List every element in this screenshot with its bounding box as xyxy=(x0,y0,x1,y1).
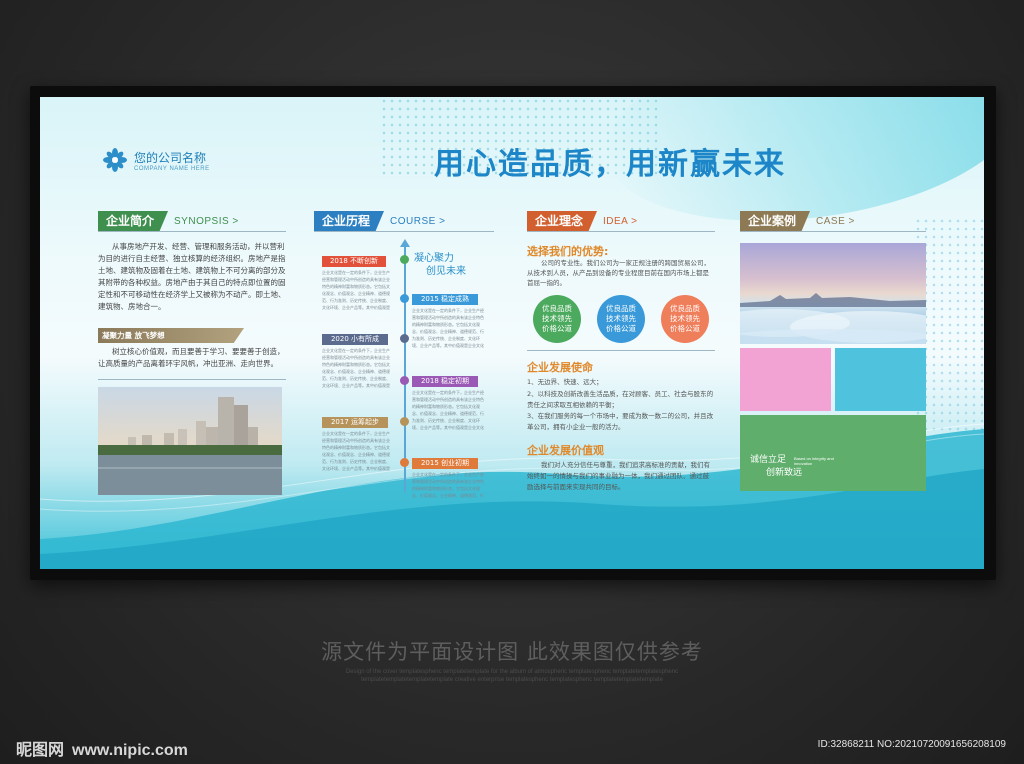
intro-body: 从事房地产开发、经营、管理和服务活动，并以营利为目的进行自主经营、独立核算的经济… xyxy=(98,242,286,311)
timeline-dot xyxy=(400,294,409,303)
advantage-body: 公司的专业性。我们公司为一家正规注册的跨国贸易公司，从技术到人员，从产品到设备的… xyxy=(527,259,710,287)
divider xyxy=(314,231,494,232)
divider xyxy=(527,231,715,232)
value-body: 我们对人充分信任与尊重，我们追求高标准的贡献，我们有始终如一的情操与我们的事业融… xyxy=(527,461,710,491)
section-course-en: COURSE > xyxy=(390,215,446,227)
preview-caption-en: Design of the cover templatesphenc templ… xyxy=(0,668,1024,684)
milestone-text: 企业文化是在一定的条件下，企业生产经营和管理活动中所创造的具有该企业特色的精神财… xyxy=(322,270,390,310)
milestone-label: 2015 创业初期 xyxy=(412,458,478,469)
section-case-en: CASE > xyxy=(816,215,855,227)
sea-of-clouds-image xyxy=(740,293,926,344)
divider xyxy=(740,231,926,232)
milestone-text: 企业文化是在一定的条件下，企业生产经营和管理活动中所创造的具有该企业特色的精神财… xyxy=(322,431,390,471)
main-slogan: 用心造品质，用新赢未来 xyxy=(434,147,786,182)
watermark-site-url: www.nipic.com xyxy=(72,742,188,759)
timeline-arrow-icon xyxy=(400,239,410,247)
divider xyxy=(527,350,715,351)
milestone-label: 2020 小有所成 xyxy=(322,334,388,345)
section-intro-header: 企业简介 SYNOPSIS > xyxy=(98,211,239,231)
intro-sub-body: 树立核心价值观，而且要善于学习、要要善于创造，让高质量的产品离着环宇风帆，冲出亚… xyxy=(98,347,285,368)
milestone-label: 2018 不断创新 xyxy=(322,256,386,267)
intro-sub-title: 凝聚力量 放飞梦想 xyxy=(98,328,244,343)
company-logo: 您的公司名称 COMPANY NAME HERE xyxy=(102,147,210,173)
milestone-text: 企业文化是在一定的条件下，企业生产经营和管理活动中所创造的具有该企业特色的精神财… xyxy=(412,308,484,348)
caption-en-text: Design of the cover templatesphenc templ… xyxy=(345,669,679,683)
section-intro-title: 企业简介 xyxy=(98,211,169,231)
mission-item-1: 1、无边界、快速、远大； xyxy=(527,378,603,386)
section-case-header: 企业案例 CASE > xyxy=(740,211,855,231)
milestone-text: 企业文化是在一定的条件下，企业生产经营和管理活动中所创造的具有该企业特色的精神财… xyxy=(412,390,484,430)
section-course-title: 企业历程 xyxy=(314,211,385,231)
course-headline-1: 凝心聚力 xyxy=(414,253,454,264)
timeline-dot xyxy=(400,376,409,385)
course-headline: 凝心聚力 创见未来 xyxy=(414,252,466,278)
milestone-label: 2018 稳定初期 xyxy=(412,376,478,387)
mission-item-3: 3、在我们服务的每一个市场中，要成为数一数二的公司，并且改革公司，拥有小企业一般… xyxy=(527,412,714,431)
timeline-axis xyxy=(404,247,406,492)
flower-logo-icon xyxy=(103,148,127,172)
mission-item-2: 2、以科技及创新改善生活品质，在对顾客、员工、社会与股东的责任之间求取互相依赖的… xyxy=(527,390,714,409)
section-idea-header: 企业理念 IDEA > xyxy=(527,211,637,231)
watermark-site: 昵图网 www.nipic.com xyxy=(16,736,188,760)
milestone-label: 2017 运筹起步 xyxy=(322,417,388,428)
timeline-dot xyxy=(400,458,409,467)
case-photo xyxy=(740,243,926,344)
watermark-id: ID:32868211 NO:20210720091656208109 xyxy=(817,739,1006,750)
milestone-label: 2015 稳定成熟 xyxy=(412,294,478,305)
value-title: 企业发展价值观 xyxy=(527,444,604,457)
advantage-circle: 优良品质 技术领先 价格公道 xyxy=(533,295,581,343)
advantage-circle: 优良品质 技术领先 价格公道 xyxy=(661,295,709,343)
display-board: 您的公司名称 COMPANY NAME HERE 用心造品质，用新赢未来 企业简… xyxy=(40,97,984,569)
company-name-en: COMPANY NAME HERE xyxy=(134,165,210,172)
divider xyxy=(98,231,286,232)
section-intro-en: SYNOPSIS > xyxy=(174,215,239,227)
case-tile-cyan xyxy=(835,348,926,411)
case-motto-en: Based on integrity and innovation xyxy=(794,456,834,466)
section-idea-title: 企业理念 xyxy=(527,211,598,231)
city-photo xyxy=(98,387,282,495)
milestone-text: 企业文化是在一定的条件下，企业生产经营和管理活动中所创造的具有该企业特色的精神财… xyxy=(412,472,484,498)
timeline-dot xyxy=(400,255,409,264)
timeline-dot xyxy=(400,417,409,426)
company-name: 您的公司名称 xyxy=(134,150,207,165)
milestone-text: 企业文化是在一定的条件下，企业生产经营和管理活动中所创造的具有该企业特色的精神财… xyxy=(322,348,390,388)
advantage-circle: 优良品质 技术领先 价格公道 xyxy=(597,295,645,343)
section-idea-en: IDEA > xyxy=(603,215,638,227)
section-case-title: 企业案例 xyxy=(740,211,811,231)
watermark-site-name: 昵图网 xyxy=(16,740,65,759)
advantage-title: 选择我们的优势: xyxy=(527,245,609,258)
case-tile-pink xyxy=(740,348,831,411)
course-headline-2: 创见未来 xyxy=(426,266,466,277)
city-skyline-image xyxy=(98,397,282,495)
case-motto-2: 创新致远 xyxy=(766,468,803,478)
section-course-header: 企业历程 COURSE > xyxy=(314,211,445,231)
mission-title: 企业发展使命 xyxy=(527,361,593,374)
divider xyxy=(98,379,286,380)
timeline-dot xyxy=(400,334,409,343)
preview-caption: 源文件为平面设计图 此效果图仅供参考 xyxy=(321,640,703,664)
